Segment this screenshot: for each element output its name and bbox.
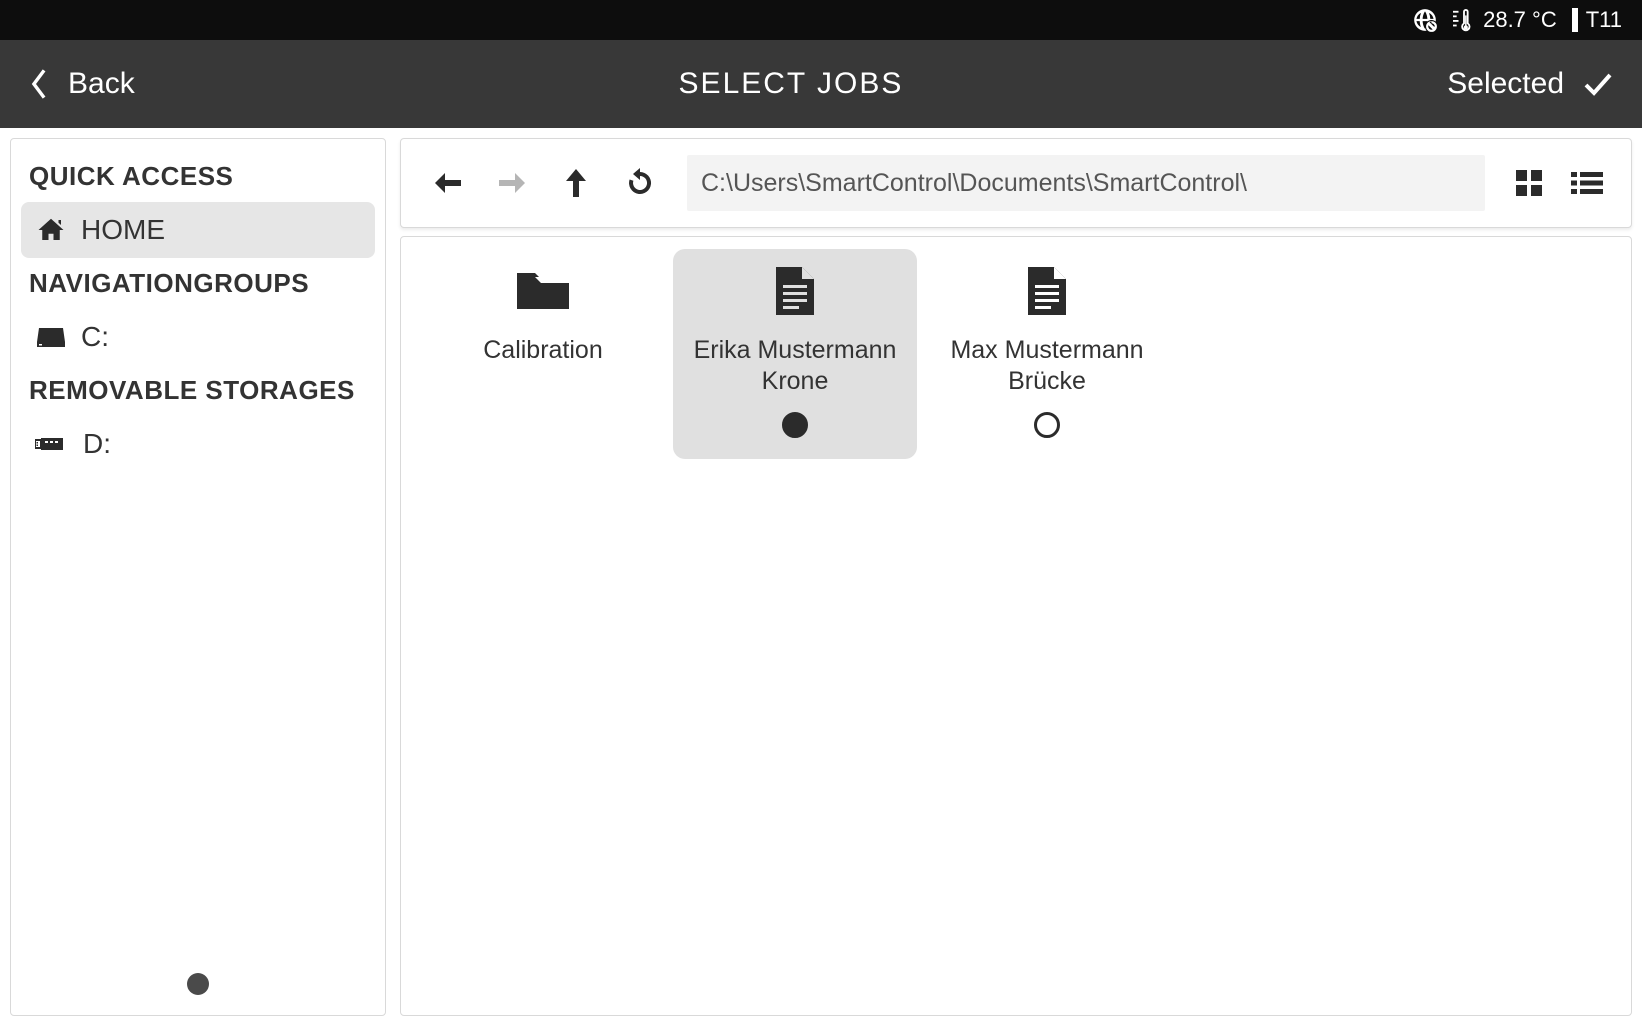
- temperature-status: 28.7 °C: [1453, 7, 1557, 33]
- sidebar-item-drive-d[interactable]: D:: [21, 416, 375, 472]
- usb-icon: [35, 435, 69, 453]
- removable-storages-header: REMOVABLE STORAGES: [21, 365, 375, 416]
- home-icon: [35, 215, 67, 245]
- grid-icon: [1514, 168, 1544, 198]
- nav-forward-button[interactable]: [483, 154, 541, 212]
- status-bar: 28.7 °C T11: [0, 0, 1642, 40]
- check-icon: [1582, 70, 1614, 98]
- list-icon: [1571, 170, 1603, 196]
- sidebar-item-label: HOME: [81, 214, 165, 246]
- globe-icon: [1412, 7, 1438, 33]
- document-icon: [1026, 263, 1068, 319]
- arrow-right-icon: [495, 170, 529, 196]
- t-label: T11: [1586, 7, 1622, 33]
- thermometer-icon: [1453, 7, 1475, 33]
- sidebar-item-home[interactable]: HOME: [21, 202, 375, 258]
- path-input[interactable]: C:\Users\SmartControl\Documents\SmartCon…: [687, 155, 1485, 211]
- main-area: QUICK ACCESS HOME NAVIGATIONGROUPS C: RE…: [0, 128, 1642, 1026]
- selection-radio[interactable]: [1034, 412, 1060, 438]
- file-item-erika[interactable]: Erika Mustermann Krone: [673, 249, 917, 459]
- selection-radio[interactable]: [782, 412, 808, 438]
- view-grid-button[interactable]: [1503, 157, 1555, 209]
- path-text: C:\Users\SmartControl\Documents\SmartCon…: [701, 169, 1247, 198]
- title-bar: Back SELECT JOBS Selected: [0, 40, 1642, 128]
- nav-back-button[interactable]: [419, 154, 477, 212]
- t-status: T11: [1572, 7, 1622, 33]
- content-area: C:\Users\SmartControl\Documents\SmartCon…: [400, 138, 1632, 1016]
- chevron-left-icon: [28, 67, 50, 101]
- file-item-max[interactable]: Max Mustermann Brücke: [925, 249, 1169, 459]
- file-label: Erika Mustermann Krone: [673, 335, 917, 398]
- quick-access-header: QUICK ACCESS: [21, 151, 375, 202]
- toolbar: C:\Users\SmartControl\Documents\SmartCon…: [400, 138, 1632, 228]
- temperature-value: 28.7 °C: [1483, 7, 1557, 33]
- back-button[interactable]: Back: [28, 67, 135, 101]
- selected-button[interactable]: Selected: [1447, 67, 1614, 101]
- globe-status: [1412, 7, 1438, 33]
- arrow-up-icon: [563, 167, 589, 199]
- file-item-calibration[interactable]: Calibration: [421, 249, 665, 459]
- arrow-left-icon: [431, 170, 465, 196]
- navigationgroups-header: NAVIGATIONGROUPS: [21, 258, 375, 309]
- sidebar-item-label: C:: [81, 321, 109, 353]
- back-label: Back: [68, 67, 135, 101]
- sidebar: QUICK ACCESS HOME NAVIGATIONGROUPS C: RE…: [10, 138, 386, 1016]
- bar-icon: [1572, 8, 1578, 32]
- page-indicator-dot: [187, 973, 209, 995]
- nav-up-button[interactable]: [547, 154, 605, 212]
- refresh-icon: [624, 167, 656, 199]
- sidebar-item-label: D:: [83, 428, 111, 460]
- drive-icon: [35, 324, 67, 350]
- file-label: Calibration: [475, 335, 611, 366]
- document-icon: [774, 263, 816, 319]
- files-panel: Calibration Erika Mustermann Krone Max M…: [400, 236, 1632, 1016]
- sidebar-item-drive-c[interactable]: C:: [21, 309, 375, 365]
- file-label: Max Mustermann Brücke: [925, 335, 1169, 398]
- selected-label: Selected: [1447, 67, 1564, 101]
- page-title: SELECT JOBS: [679, 67, 904, 101]
- folder-icon: [515, 263, 571, 319]
- nav-refresh-button[interactable]: [611, 154, 669, 212]
- view-list-button[interactable]: [1561, 157, 1613, 209]
